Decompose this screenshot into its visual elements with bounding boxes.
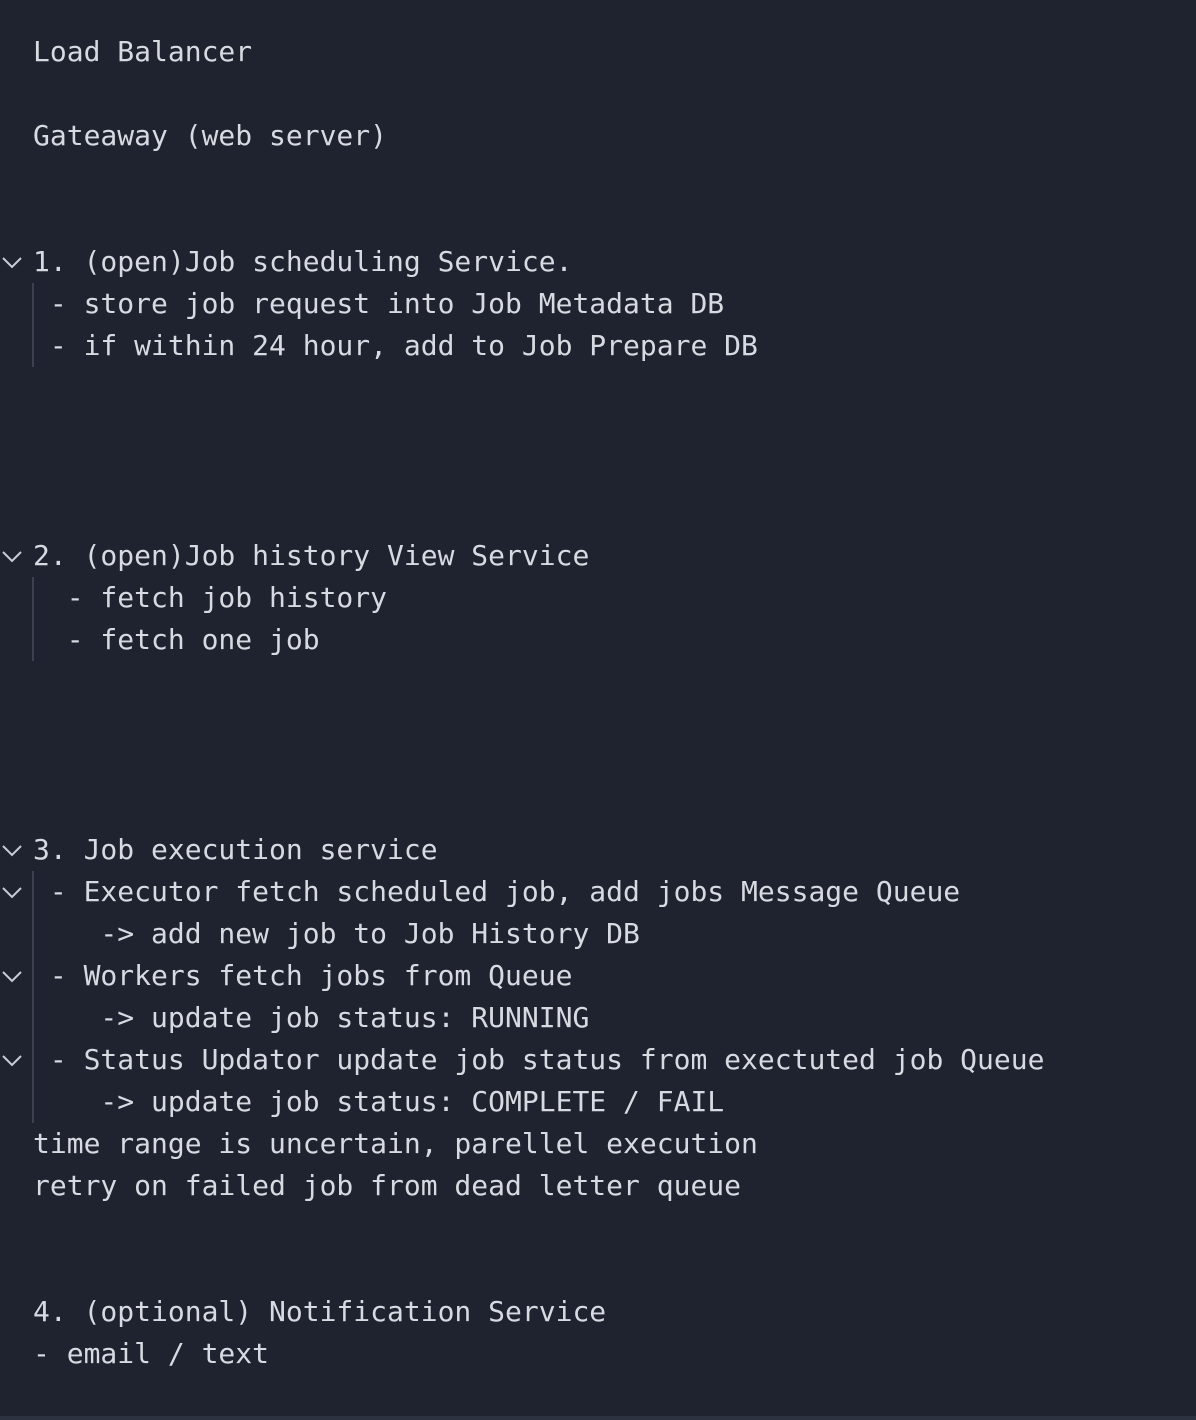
chevron-down-icon[interactable] (0, 1039, 24, 1081)
text-line: -> update job status: COMPLETE / FAIL (33, 1085, 725, 1118)
text-line: - Workers fetch jobs from Queue (33, 959, 573, 992)
text-line: -> add new job to Job History DB (33, 917, 640, 950)
chevron-down-icon[interactable] (0, 955, 24, 997)
text-line: - Status Updator update job status from … (33, 1043, 1045, 1076)
text-line: 3. Job execution service (33, 833, 438, 866)
text-line: - fetch job history (33, 581, 388, 614)
text-line: 1. (open)Job scheduling Service. (33, 245, 573, 278)
text-line: - if within 24 hour, add to Job Prepare … (33, 329, 758, 362)
text-line: Gateaway (web server) (33, 119, 388, 152)
text-line: Load Balancer (33, 35, 253, 68)
text-line: 2. (open)Job history View Service (33, 539, 590, 572)
text-editor[interactable]: Load Balancer Gateaway (web server) 1. (… (0, 0, 1196, 1416)
text-line: - store job request into Job Metadata DB (33, 287, 725, 320)
chevron-down-icon[interactable] (0, 241, 24, 283)
text-line: - email / text (33, 1337, 270, 1370)
text-line: retry on failed job from dead letter que… (33, 1169, 742, 1202)
chevron-down-icon[interactable] (0, 829, 24, 871)
text-line: - Executor fetch scheduled job, add jobs… (33, 875, 961, 908)
text-line: 4. (optional) Notification Service (33, 1295, 607, 1328)
text-line: -> update job status: RUNNING (33, 1001, 590, 1034)
bottom-border (0, 1416, 1196, 1420)
chevron-down-icon[interactable] (0, 871, 24, 913)
text-line: - fetch one job (33, 623, 320, 656)
text-line: time range is uncertain, parellel execut… (33, 1127, 758, 1160)
chevron-down-icon[interactable] (0, 535, 24, 577)
